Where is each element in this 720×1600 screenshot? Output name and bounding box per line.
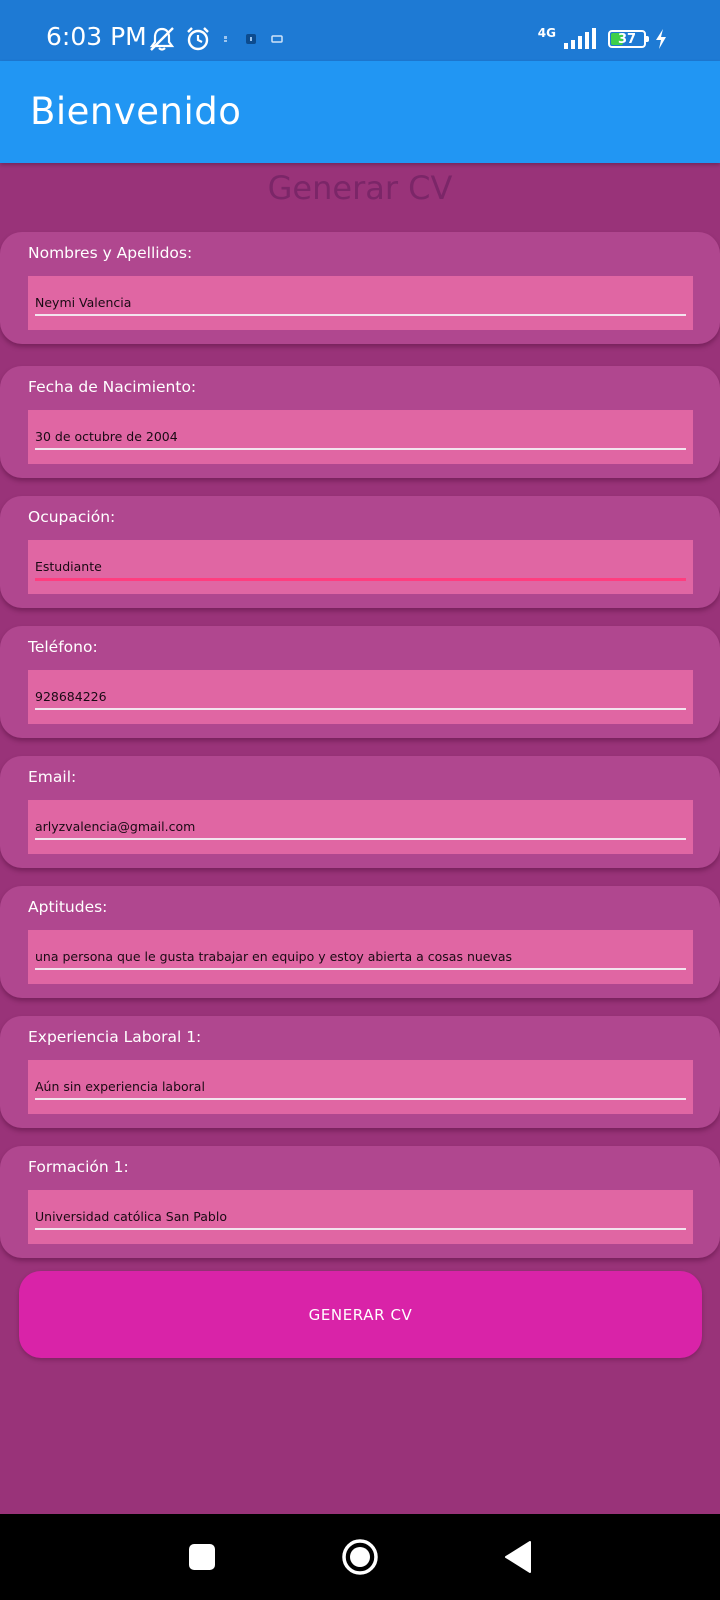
network-label: 4G: [537, 26, 556, 40]
birth-date-label: Fecha de Nacimiento:: [28, 378, 197, 396]
input-underline: [35, 448, 686, 450]
email-label: Email:: [28, 768, 77, 786]
phone-value: 928684226: [35, 689, 107, 704]
input-underline: [35, 314, 686, 316]
skills-value: una persona que le gusta trabajar en equ…: [35, 949, 513, 964]
phone-label: Teléfono:: [28, 638, 98, 656]
education-label: Formación 1:: [28, 1158, 129, 1176]
back-triangle-icon: [505, 1541, 531, 1573]
input-underline: [35, 838, 686, 840]
email-value: arlyzvalencia@gmail.com: [35, 819, 196, 834]
status-icons-right: 4G 37: [538, 24, 668, 54]
work-experience-input[interactable]: Aún sin experiencia laboral: [28, 1060, 693, 1114]
status-time: 6:03 PM: [46, 22, 147, 51]
input-underline-focused: [35, 578, 686, 581]
alarm-icon: [187, 27, 209, 51]
notification-icon: [246, 34, 256, 44]
page-title: Generar CV: [267, 169, 453, 207]
card-skills: Aptitudes: una persona que le gusta trab…: [0, 886, 720, 998]
status-bar: 6:03 PM 4G 37: [0, 0, 720, 61]
occupation-value: Estudiante: [35, 559, 102, 574]
occupation-input[interactable]: Estudiante: [28, 540, 693, 594]
skills-input[interactable]: una persona que le gusta trabajar en equ…: [28, 930, 693, 984]
full-name-input[interactable]: Neymi Valencia: [28, 276, 693, 330]
card-birth-date: Fecha de Nacimiento: 30 de octubre de 20…: [0, 366, 720, 478]
input-underline: [35, 968, 686, 970]
home-circle-icon: [342, 1539, 378, 1575]
battery-icon: 37: [608, 30, 649, 48]
status-icons-left: [148, 24, 286, 54]
notification-icon: [271, 35, 283, 43]
birth-date-value: 30 de octubre de 2004: [35, 429, 178, 444]
work-experience-label: Experiencia Laboral 1:: [28, 1028, 202, 1046]
generate-cv-button[interactable]: GENERAR CV: [19, 1271, 702, 1358]
birth-date-input[interactable]: 30 de octubre de 2004: [28, 410, 693, 464]
recents-button[interactable]: [162, 1514, 242, 1600]
occupation-label: Ocupación:: [28, 508, 116, 526]
card-education: Formación 1: Universidad católica San Pa…: [0, 1146, 720, 1258]
card-phone: Teléfono: 928684226: [0, 626, 720, 738]
app-bar: Bienvenido: [0, 61, 720, 163]
card-work-experience: Experiencia Laboral 1: Aún sin experienc…: [0, 1016, 720, 1128]
card-full-name: Nombres y Apellidos: Neymi Valencia: [0, 232, 720, 344]
signal-icon: [564, 28, 596, 49]
input-underline: [35, 1228, 686, 1230]
card-occupation: Ocupación: Estudiante: [0, 496, 720, 608]
skills-label: Aptitudes:: [28, 898, 108, 916]
back-button[interactable]: [478, 1514, 558, 1600]
education-value: Universidad católica San Pablo: [35, 1209, 227, 1224]
recents-square-icon: [189, 1544, 215, 1570]
work-experience-value: Aún sin experiencia laboral: [35, 1079, 205, 1094]
card-email: Email: arlyzvalencia@gmail.com: [0, 756, 720, 868]
charging-icon: [656, 29, 666, 49]
home-button[interactable]: [320, 1514, 400, 1600]
muted-bell-icon: [149, 27, 175, 51]
input-underline: [35, 1098, 686, 1100]
input-underline: [35, 708, 686, 710]
email-input[interactable]: arlyzvalencia@gmail.com: [28, 800, 693, 854]
phone-input[interactable]: 928684226: [28, 670, 693, 724]
full-name-label: Nombres y Apellidos:: [28, 244, 193, 262]
full-name-value: Neymi Valencia: [35, 295, 132, 310]
education-input[interactable]: Universidad católica San Pablo: [28, 1190, 693, 1244]
notification-icon: [224, 36, 227, 42]
app-title: Bienvenido: [30, 90, 242, 133]
system-nav-bar: [0, 1514, 720, 1600]
